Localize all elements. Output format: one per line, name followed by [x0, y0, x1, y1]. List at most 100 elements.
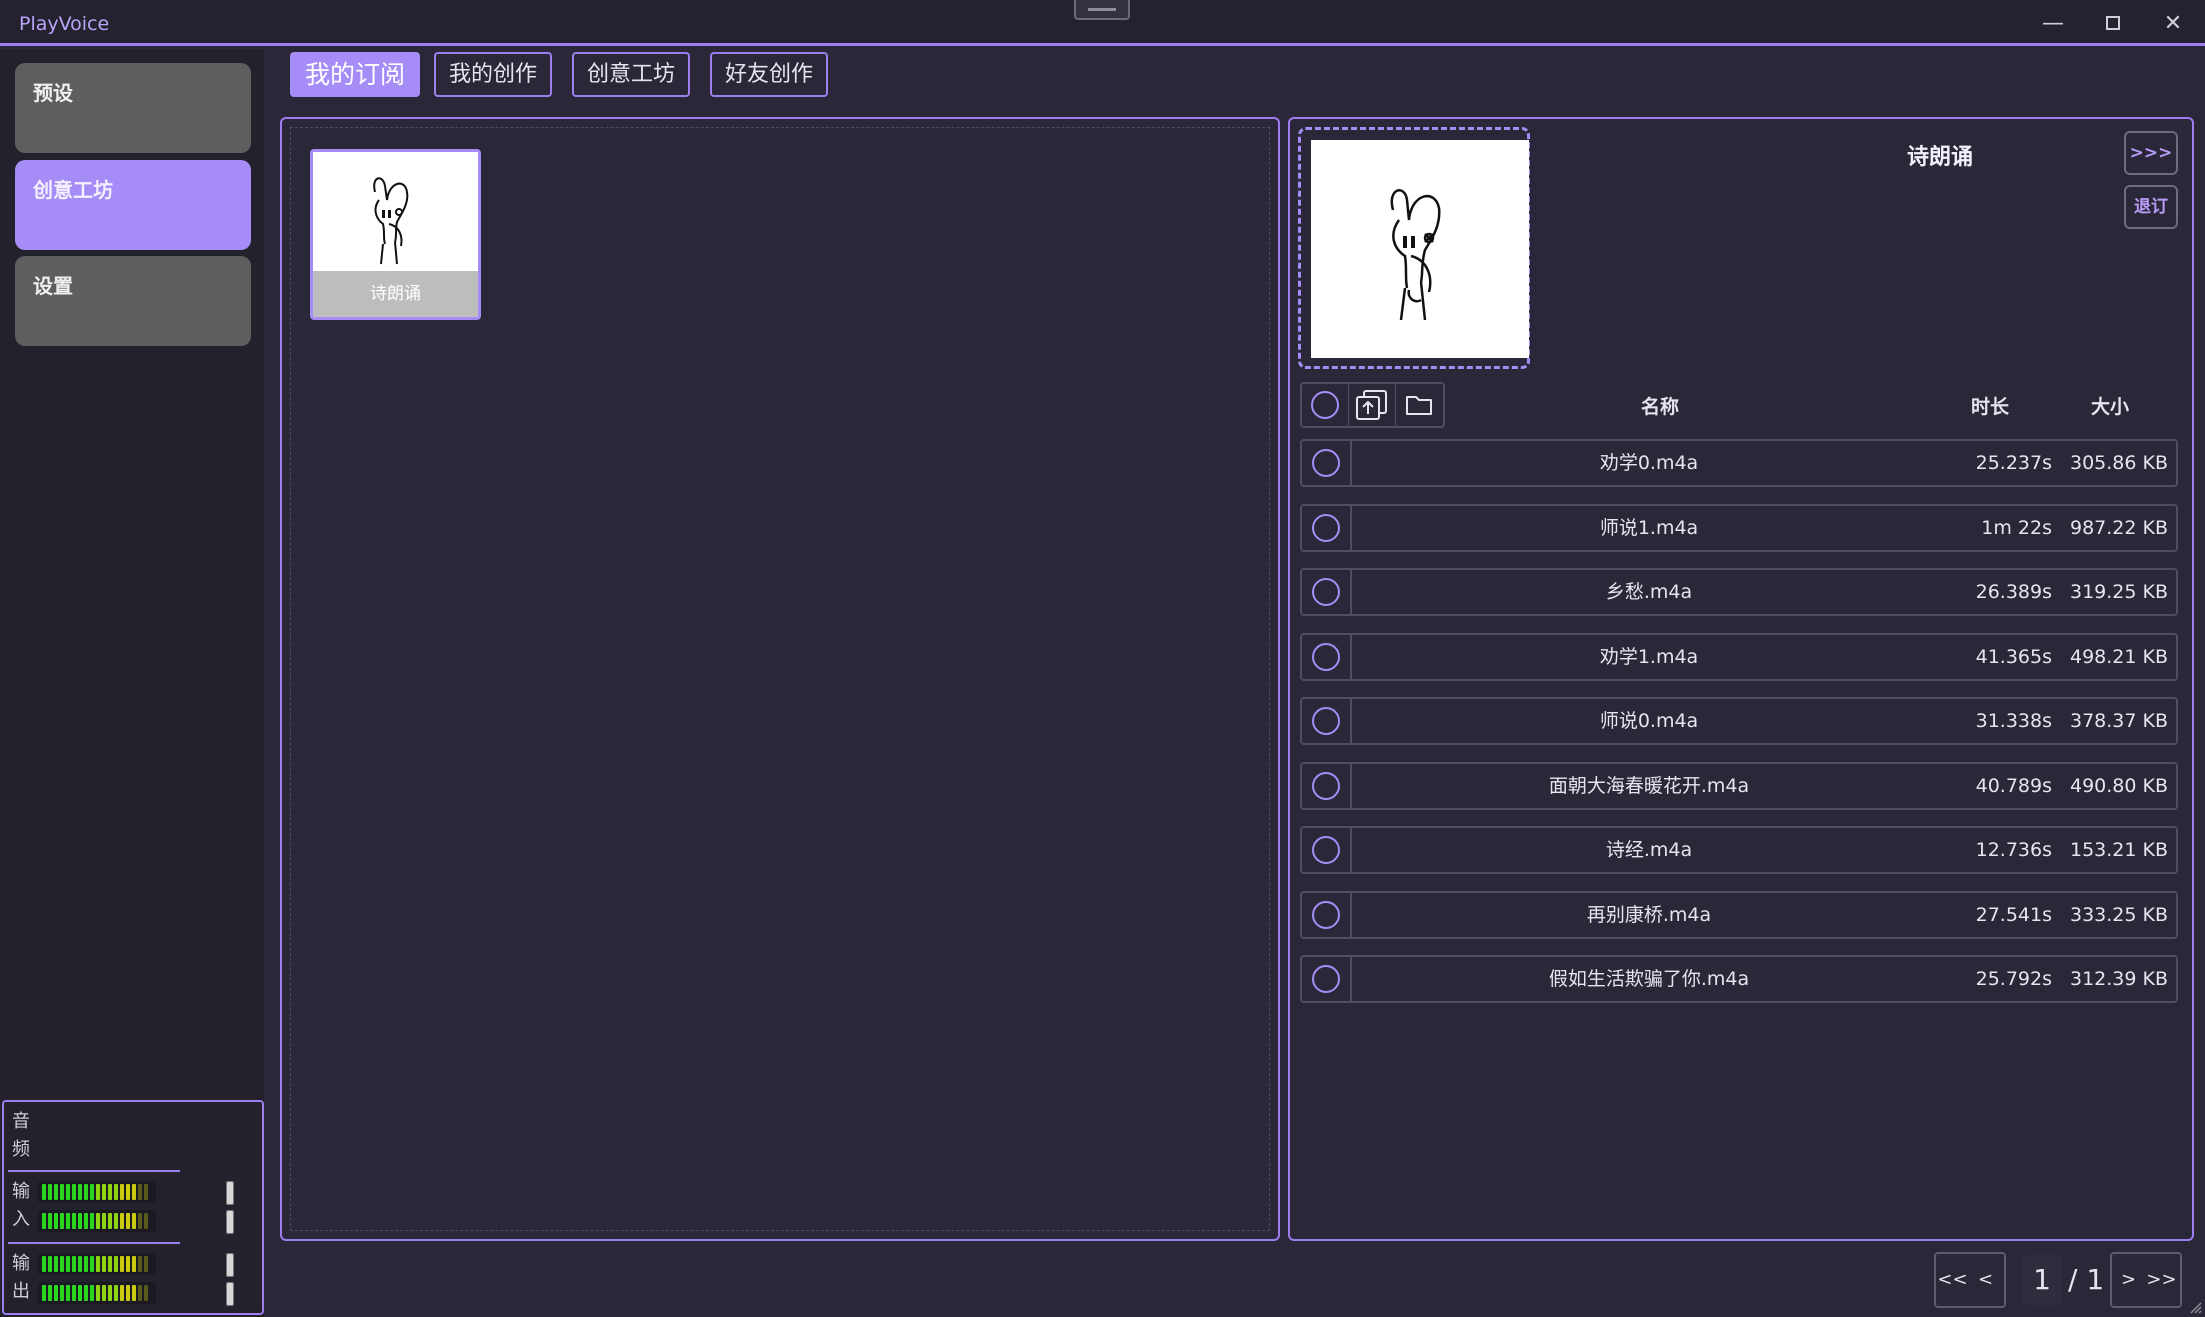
row-select-button[interactable]: [1302, 570, 1352, 614]
file-row[interactable]: 再别康桥.m4a 27.541s 333.25 KB: [1300, 890, 2178, 939]
sidebar-item-workshop[interactable]: 创意工坊: [15, 160, 251, 250]
row-select-button[interactable]: [1302, 505, 1352, 550]
output-gain-slider-2[interactable]: [226, 1282, 234, 1306]
subscription-grid-panel: 诗朗诵: [280, 117, 1280, 1241]
meter-segment: [132, 1184, 136, 1200]
file-row[interactable]: 假如生活欺骗了你.m4a 25.792s 312.39 KB: [1300, 955, 2178, 1003]
last-page-button[interactable]: >>: [2145, 1254, 2178, 1306]
file-duration: 25.792s: [1975, 968, 2052, 990]
file-row[interactable]: 面朝大海春暖花开.m4a 40.789s 490.80 KB: [1300, 761, 2178, 810]
app-title: PlayVoice: [19, 13, 110, 35]
meter-segment: [108, 1256, 112, 1272]
file-row[interactable]: 劝学1.m4a 41.365s 498.21 KB: [1300, 632, 2178, 681]
meter-segment: [84, 1285, 88, 1301]
meter-segment: [144, 1213, 148, 1229]
pager-forward-group: > >>: [2110, 1252, 2182, 1308]
output-gain-slider[interactable]: [226, 1253, 234, 1277]
meter-segment: [60, 1184, 64, 1200]
meter-segment: [138, 1285, 142, 1301]
meter-segment: [66, 1213, 70, 1229]
row-select-button[interactable]: [1302, 699, 1352, 743]
resize-grip-icon[interactable]: [2188, 1300, 2202, 1314]
first-page-button[interactable]: <<: [1936, 1254, 1969, 1306]
meter-segment: [114, 1285, 118, 1301]
output-meter-left: [38, 1253, 156, 1275]
input-gain-slider-2[interactable]: [226, 1210, 234, 1234]
meter-segment: [72, 1256, 76, 1272]
meter-segment: [60, 1213, 64, 1229]
file-size: 153.21 KB: [2069, 839, 2168, 861]
row-select-button[interactable]: [1302, 828, 1352, 872]
file-row[interactable]: 乡愁.m4a 26.389s 319.25 KB: [1300, 568, 2178, 616]
tab-friend-creations[interactable]: 好友创作: [710, 52, 828, 97]
file-row[interactable]: 师说0.m4a 31.338s 378.37 KB: [1300, 697, 2178, 745]
sidebar-item-settings[interactable]: 设置: [15, 256, 251, 346]
row-select-button[interactable]: [1302, 441, 1352, 485]
tab-workshop[interactable]: 创意工坊: [572, 52, 690, 97]
file-duration: 31.338s: [1975, 710, 2052, 732]
file-name: 劝学0.m4a: [1599, 452, 1699, 474]
row-select-button[interactable]: [1302, 634, 1352, 679]
sidebar-item-presets[interactable]: 预设: [15, 63, 251, 153]
drag-handle-icon[interactable]: [1074, 0, 1130, 20]
meter-segment: [144, 1256, 148, 1272]
column-header-duration[interactable]: 时长: [1940, 392, 2040, 419]
meter-segment: [72, 1184, 76, 1200]
select-all-button[interactable]: [1302, 384, 1349, 426]
folder-icon: [1406, 396, 1433, 415]
row-select-button[interactable]: [1302, 957, 1352, 1001]
export-icon: [1356, 390, 1387, 420]
file-row[interactable]: 师说1.m4a 1m 22s 987.22 KB: [1300, 503, 2178, 552]
maximize-button[interactable]: [2098, 10, 2128, 38]
audio-divider: [8, 1170, 180, 1172]
close-button[interactable]: ✕: [2158, 10, 2188, 38]
file-duration: 12.736s: [1975, 839, 2052, 861]
subscription-card[interactable]: 诗朗诵: [310, 149, 481, 320]
input-meter-right: [38, 1210, 156, 1232]
open-folder-button[interactable]: [1396, 384, 1443, 426]
prev-page-button[interactable]: <: [1969, 1254, 2002, 1306]
meter-segment: [114, 1256, 118, 1272]
meter-segment: [60, 1285, 64, 1301]
file-name: 劝学1.m4a: [1599, 645, 1699, 668]
meter-segment: [108, 1285, 112, 1301]
meter-segment: [102, 1256, 106, 1272]
tab-my-creations[interactable]: 我的创作: [434, 52, 552, 97]
file-row[interactable]: 诗经.m4a 12.736s 153.21 KB: [1300, 826, 2178, 874]
file-duration: 40.789s: [1975, 774, 2052, 797]
meter-segment: [78, 1285, 82, 1301]
export-button[interactable]: [1349, 384, 1396, 426]
current-page[interactable]: 1: [2022, 1255, 2062, 1305]
file-size: 490.80 KB: [2069, 774, 2168, 797]
detail-title: 诗朗诵: [1906, 145, 1973, 170]
input-gain-slider[interactable]: [226, 1181, 234, 1205]
file-name: 再别康桥.m4a: [1586, 903, 1712, 926]
file-name: 假如生活欺骗了你.m4a: [1548, 968, 1750, 990]
cover-dropzone[interactable]: [1298, 127, 1530, 369]
minimize-button[interactable]: —: [2038, 10, 2068, 38]
row-select-button[interactable]: [1302, 892, 1352, 937]
column-header-name[interactable]: 名称: [1610, 392, 1710, 419]
mascot-thumbnail-icon: [373, 177, 409, 265]
meter-segment: [126, 1256, 130, 1272]
meter-segment: [138, 1213, 142, 1229]
meter-segment: [72, 1213, 76, 1229]
meter-segment: [102, 1184, 106, 1200]
meter-segment: [72, 1285, 76, 1301]
next-page-button[interactable]: >: [2112, 1254, 2145, 1306]
row-select-button[interactable]: [1302, 763, 1352, 808]
unsubscribe-button[interactable]: 退订: [2124, 185, 2178, 229]
expand-button[interactable]: >>>: [2124, 131, 2178, 175]
row-select-icon: [1312, 900, 1340, 929]
detail-panel: 诗朗诵 >>> 退订 名称 时长 大小 劝学0.m4a 25.237s 305.86…: [1288, 117, 2194, 1241]
audio-title-2: 频: [12, 1139, 30, 1160]
meter-segment: [108, 1213, 112, 1229]
tab-my-subscriptions[interactable]: 我的订阅: [290, 52, 420, 97]
column-header-size[interactable]: 大小: [2060, 392, 2160, 419]
meter-segment: [96, 1213, 100, 1229]
meter-segment: [126, 1285, 130, 1301]
file-row[interactable]: 劝学0.m4a 25.237s 305.86 KB: [1300, 439, 2178, 487]
meter-segment: [60, 1256, 64, 1272]
select-all-icon: [1311, 391, 1339, 419]
meter-segment: [54, 1213, 58, 1229]
